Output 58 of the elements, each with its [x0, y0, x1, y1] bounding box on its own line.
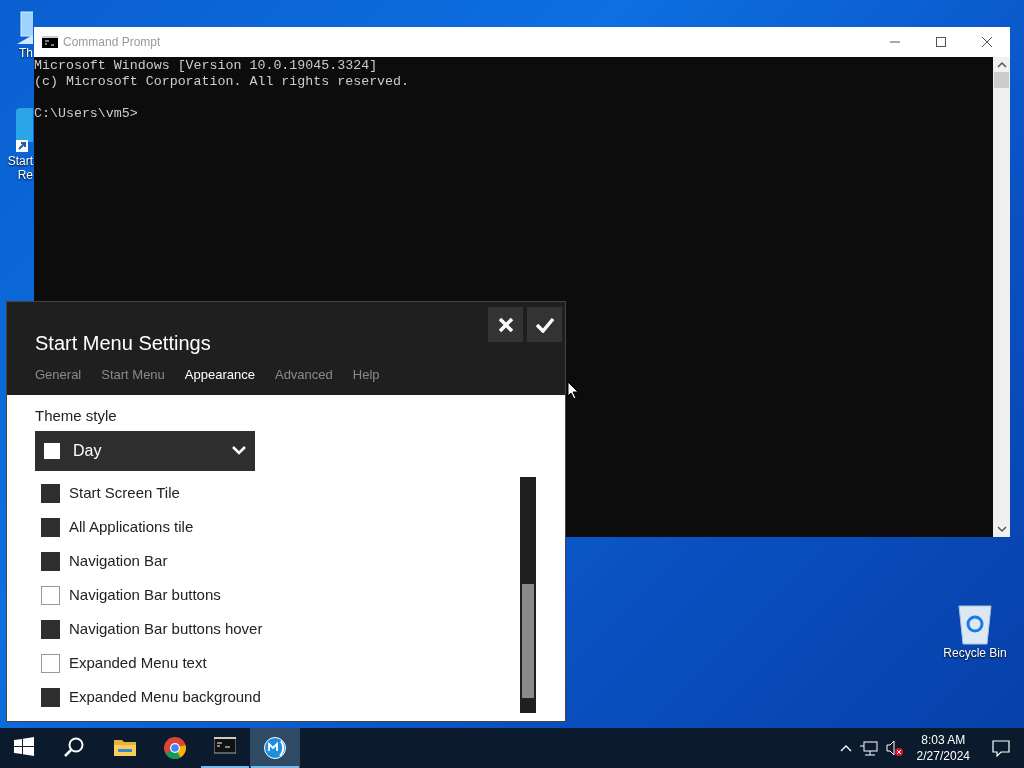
swatch-icon [44, 442, 60, 459]
browser-icon [164, 737, 186, 759]
icon-label: Recycle Bin [943, 646, 1007, 660]
window-title: Command Prompt [63, 34, 161, 51]
check-icon [534, 316, 555, 333]
theme-dropdown[interactable]: Day [35, 430, 255, 471]
shortcut-icon[interactable] [14, 106, 33, 154]
scrollbar[interactable] [993, 57, 1010, 537]
computer-icon[interactable] [17, 10, 33, 46]
checkbox[interactable] [41, 586, 60, 605]
speaker-muted-icon[interactable] [885, 740, 903, 756]
option-label: Expanded Menu background [69, 687, 261, 708]
tab[interactable]: Start Menu [101, 365, 165, 385]
notification-icon[interactable] [992, 739, 1010, 757]
console-text: (c) Microsoft Corporation. All rights reserved. [34, 74, 411, 90]
tab[interactable]: Advanced [274, 365, 333, 385]
checkbox[interactable] [41, 518, 60, 537]
option-label: Navigation Bar buttons hover [69, 619, 263, 640]
checkbox[interactable] [41, 654, 60, 673]
app-icon [264, 737, 286, 759]
icon-label: Th [19, 46, 33, 60]
windows-logo-icon [14, 737, 36, 759]
checkbox[interactable] [41, 484, 60, 503]
running-indicator [251, 766, 299, 768]
search-icon [64, 737, 86, 759]
option-label: Navigation Bar buttons [69, 585, 221, 606]
chevron-icon [232, 446, 246, 455]
tab[interactable]: Appearance [184, 365, 255, 385]
confirm-button[interactable] [527, 307, 562, 342]
option-label: Start Screen Tile [69, 483, 180, 504]
checkbox[interactable] [41, 688, 60, 707]
running-indicator [201, 766, 249, 768]
folder-icon [114, 737, 136, 759]
clock[interactable]: 8:03 AM 2/27/2024 [912, 732, 974, 764]
app-button[interactable] [250, 728, 300, 768]
scrollbar-thumb[interactable] [522, 583, 534, 698]
tab[interactable]: General [35, 365, 82, 385]
icon-label: Re [17, 168, 33, 182]
option-label: Expanded Menu text [69, 653, 207, 674]
icon-label: Start [7, 154, 33, 168]
tab[interactable]: Help [352, 365, 380, 385]
scrollbar[interactable] [520, 476, 536, 713]
option-label: Navigation Bar [69, 551, 168, 572]
chevron-up-icon[interactable] [839, 744, 852, 752]
theme-style-label: Theme style [35, 406, 118, 426]
cancel-button[interactable] [488, 307, 523, 342]
console-text: Microsoft Windows [Version 10.0.19045.3324] [34, 58, 379, 74]
scrollbar-thumb[interactable] [994, 72, 1009, 88]
settings-title: Start Menu Settings [35, 331, 212, 356]
checkbox[interactable] [41, 620, 60, 639]
console-icon [42, 36, 58, 48]
close-icon [497, 316, 514, 333]
network-icon[interactable] [859, 740, 878, 756]
console-prompt: C:\Users\vm5> [34, 106, 139, 122]
checkbox[interactable] [41, 552, 60, 571]
scroll-down-icon[interactable] [996, 525, 1007, 533]
scroll-up-icon[interactable] [996, 61, 1007, 69]
option-label: All Applications tile [69, 517, 194, 538]
